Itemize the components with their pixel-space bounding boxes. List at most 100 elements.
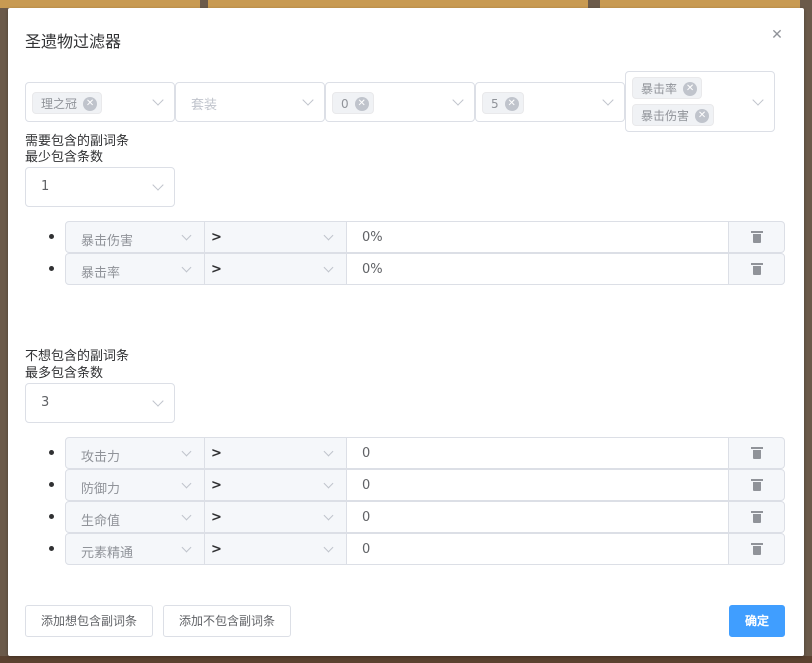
include-min-label: 最少包含条数 — [25, 150, 104, 165]
operator-label: > — [211, 478, 222, 493]
stat-select[interactable]: 生命值 — [65, 501, 205, 533]
value-input[interactable]: 0 — [346, 533, 729, 565]
position-select[interactable]: 理之冠 ✕ — [25, 82, 175, 122]
dialog-title: 圣遗物过滤器 — [25, 32, 122, 51]
operator-select[interactable]: > — [204, 469, 347, 501]
value-input[interactable]: 0 — [346, 469, 729, 501]
operator-select[interactable]: > — [204, 533, 347, 565]
operator-select[interactable]: > — [204, 437, 347, 469]
tag-close-icon[interactable]: ✕ — [683, 82, 698, 96]
trash-icon — [751, 479, 763, 491]
operator-select[interactable]: > — [204, 221, 347, 253]
delete-button[interactable] — [728, 469, 785, 501]
background-footer — [0, 656, 812, 663]
operator-label: > — [211, 510, 222, 525]
value-text: 0% — [362, 262, 383, 277]
main-stat-tag: 暴击率 ✕ — [632, 77, 703, 99]
position-tag: 理之冠 ✕ — [32, 92, 103, 114]
main-stat-select[interactable]: 暴击率 ✕ 暴击伤害 ✕ — [625, 71, 775, 132]
chevron-down-icon — [323, 478, 334, 489]
stat-select[interactable]: 暴击伤害 — [65, 221, 205, 253]
main-stat-tag-label: 暴击伤害 — [641, 109, 690, 123]
add-include-button[interactable]: 添加想包含副词条 — [25, 605, 153, 637]
delete-button[interactable] — [728, 533, 785, 565]
chevron-down-icon — [323, 446, 334, 457]
chevron-down-icon — [323, 510, 334, 521]
chevron-down-icon — [302, 94, 314, 106]
chevron-down-icon — [181, 542, 192, 553]
list-bullet — [49, 234, 54, 239]
exclude-max-value: 3 — [41, 395, 50, 410]
chevron-down-icon — [181, 230, 192, 241]
tag-close-icon[interactable]: ✕ — [695, 109, 710, 123]
list-bullet — [49, 482, 54, 487]
value-input[interactable]: 0 — [346, 437, 729, 469]
tag-close-icon[interactable]: ✕ — [83, 97, 98, 111]
include-min-select[interactable]: 1 — [25, 167, 175, 207]
background-tile — [600, 0, 800, 8]
main-stat-tag: 暴击伤害 ✕ — [632, 104, 715, 126]
stat-select[interactable]: 攻击力 — [65, 437, 205, 469]
stat-label: 元素精通 — [81, 546, 134, 561]
trash-icon — [751, 543, 763, 555]
stat-label: 暴击伤害 — [81, 234, 134, 249]
operator-label: > — [211, 262, 222, 277]
value-input[interactable]: 0% — [346, 253, 729, 285]
exclude-row: 元素精通 > 0 — [49, 533, 785, 565]
exclude-max-label: 最多包含条数 — [25, 366, 104, 381]
stat-label: 暴击率 — [81, 266, 121, 281]
chevron-down-icon — [181, 446, 192, 457]
list-bullet — [49, 266, 54, 271]
trash-icon — [751, 447, 763, 459]
chevron-down-icon — [323, 262, 334, 273]
delete-button[interactable] — [728, 221, 785, 253]
chevron-down-icon — [181, 510, 192, 521]
add-exclude-button[interactable]: 添加不包含副词条 — [163, 605, 291, 637]
exclude-max-select[interactable]: 3 — [25, 383, 175, 423]
value-text: 0 — [362, 542, 371, 557]
level-min-select[interactable]: 0 ✕ — [325, 82, 475, 122]
delete-button[interactable] — [728, 253, 785, 285]
chevron-down-icon — [452, 94, 464, 106]
tag-close-icon[interactable]: ✕ — [504, 97, 519, 111]
set-select[interactable]: 套装 — [175, 82, 325, 122]
artifact-filter-dialog: 圣遗物过滤器 ✕ 理之冠 ✕ 套装 0 ✕ 5 ✕ 暴击率 ✕ 暴击伤害 ✕ 需… — [8, 8, 804, 656]
exclude-row: 攻击力 > 0 — [49, 437, 785, 469]
operator-select[interactable]: > — [204, 253, 347, 285]
set-placeholder: 套装 — [191, 98, 218, 113]
tag-close-icon[interactable]: ✕ — [354, 97, 369, 111]
list-bullet — [49, 514, 54, 519]
value-text: 0% — [362, 230, 383, 245]
exclude-row: 生命值 > 0 — [49, 501, 785, 533]
exclude-row: 防御力 > 0 — [49, 469, 785, 501]
level-max-tag: 5 ✕ — [482, 92, 524, 114]
chevron-down-icon — [602, 94, 614, 106]
level-min-tag: 0 ✕ — [332, 92, 374, 114]
value-input[interactable]: 0% — [346, 221, 729, 253]
trash-icon — [751, 231, 763, 243]
operator-label: > — [211, 542, 222, 557]
chevron-down-icon — [152, 395, 164, 407]
background-tile — [208, 0, 408, 8]
close-icon[interactable]: ✕ — [770, 28, 784, 42]
value-text: 0 — [362, 446, 371, 461]
include-min-value: 1 — [41, 179, 50, 194]
value-input[interactable]: 0 — [346, 501, 729, 533]
delete-button[interactable] — [728, 437, 785, 469]
stat-select[interactable]: 元素精通 — [65, 533, 205, 565]
include-row: 暴击伤害 > 0% — [49, 221, 785, 253]
stat-label: 攻击力 — [81, 450, 121, 465]
stat-select[interactable]: 暴击率 — [65, 253, 205, 285]
value-text: 0 — [362, 510, 371, 525]
position-tag-label: 理之冠 — [41, 97, 78, 111]
confirm-button[interactable]: 确定 — [729, 605, 785, 637]
background-tile — [0, 0, 200, 8]
level-max-select[interactable]: 5 ✕ — [475, 82, 625, 122]
trash-icon — [751, 263, 763, 275]
trash-icon — [751, 511, 763, 523]
operator-select[interactable]: > — [204, 501, 347, 533]
stat-select[interactable]: 防御力 — [65, 469, 205, 501]
delete-button[interactable] — [728, 501, 785, 533]
chevron-down-icon — [323, 230, 334, 241]
chevron-down-icon — [323, 542, 334, 553]
